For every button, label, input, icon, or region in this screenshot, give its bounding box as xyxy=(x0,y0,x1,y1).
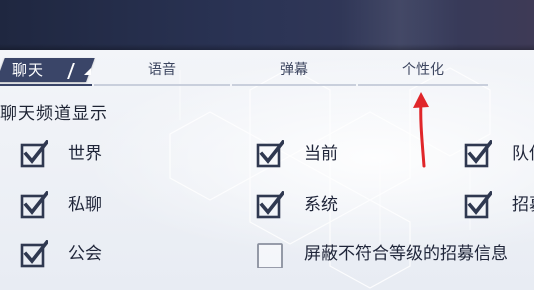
option-label: 屏蔽不符合等级的招募信息 xyxy=(304,244,508,264)
checkbox-checked-icon[interactable] xyxy=(256,191,284,219)
checkbox-checked-icon[interactable] xyxy=(464,191,492,219)
section-title: 聊天频道显示 xyxy=(0,104,108,124)
tab-chat[interactable]: 聊天 xyxy=(12,60,44,80)
checkbox-checked-icon[interactable] xyxy=(256,140,284,168)
option-label: 公会 xyxy=(68,244,102,264)
tab-bar: 聊天 语音 弹幕 个性化 xyxy=(0,54,534,86)
settings-screen: 聊天 语音 弹幕 个性化 聊天频道显示 世界 当前 队伍 xyxy=(0,0,534,290)
tab-voice[interactable]: 语音 xyxy=(94,58,230,82)
option-label: 招募 xyxy=(512,195,534,215)
tab-voice-underline xyxy=(94,84,230,86)
checkbox-unchecked-icon[interactable] xyxy=(256,240,284,268)
top-banner xyxy=(0,0,534,50)
option-label: 私聊 xyxy=(68,195,102,215)
tab-chat-underline xyxy=(0,84,92,86)
checkbox-checked-icon[interactable] xyxy=(20,240,48,268)
checkbox-checked-icon[interactable] xyxy=(464,140,492,168)
tab-danmaku[interactable]: 弹幕 xyxy=(232,58,356,82)
option-label: 队伍 xyxy=(512,144,534,164)
tab-corner-decoration xyxy=(84,68,91,75)
tab-personalization[interactable]: 个性化 xyxy=(358,58,488,82)
checkbox-checked-icon[interactable] xyxy=(20,140,48,168)
tab-danmaku-underline xyxy=(232,84,356,86)
option-label: 系统 xyxy=(304,195,338,215)
option-label: 当前 xyxy=(304,144,338,164)
tab-personalization-underline xyxy=(358,84,488,86)
option-label: 世界 xyxy=(68,144,102,164)
checkbox-checked-icon[interactable] xyxy=(20,191,48,219)
red-arrow-up-icon xyxy=(413,92,429,168)
